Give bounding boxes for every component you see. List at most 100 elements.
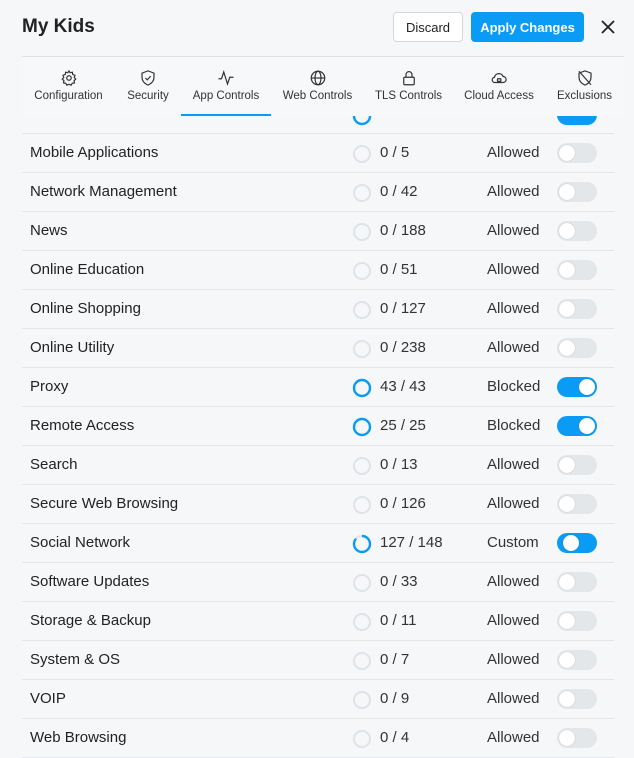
progress-ring-icon <box>353 301 371 319</box>
status-label: Allowed <box>487 144 540 161</box>
page-title: My Kids <box>22 16 95 37</box>
app-category-name: Online Utility <box>30 339 115 356</box>
app-category-list: Mobile Applications 0 / 5 Allowed Networ… <box>22 116 614 758</box>
tab-tls-controls[interactable]: TLS Controls <box>364 58 453 116</box>
app-category-name: Proxy <box>30 378 69 395</box>
tab-cloud-access[interactable]: Cloud Access <box>453 58 545 116</box>
list-item[interactable]: News 0 / 188 Allowed <box>22 212 614 251</box>
status-label: Allowed <box>487 573 540 590</box>
progress-ring-icon <box>353 145 371 163</box>
progress-ring-icon <box>353 613 371 631</box>
list-item[interactable]: Social Network 127 / 148 Custom <box>22 524 614 563</box>
progress-ring-icon <box>353 457 371 475</box>
app-category-name: Online Shopping <box>30 300 141 317</box>
block-toggle[interactable] <box>557 611 597 631</box>
block-toggle[interactable] <box>557 533 597 553</box>
activity-pulse-icon <box>218 70 234 86</box>
app-category-name: Online Education <box>30 261 145 278</box>
app-category-name: Network Management <box>30 183 177 200</box>
list-item[interactable]: Remote Access 25 / 25 Blocked <box>22 407 614 446</box>
block-toggle[interactable] <box>557 494 597 514</box>
block-toggle[interactable] <box>557 650 597 670</box>
list-item[interactable]: Online Shopping 0 / 127 Allowed <box>22 290 614 329</box>
status-label: Allowed <box>487 339 540 356</box>
cloud-lock-icon <box>491 73 507 84</box>
tab-app-controls[interactable]: App Controls <box>181 58 271 116</box>
block-toggle[interactable] <box>557 455 597 475</box>
app-count: 25 / 25 <box>380 417 426 434</box>
block-toggle[interactable] <box>557 143 597 163</box>
toggle-knob <box>559 652 575 668</box>
status-label: Allowed <box>487 300 540 317</box>
block-toggle[interactable] <box>557 689 597 709</box>
list-item[interactable]: VOIP 0 / 9 Allowed <box>22 680 614 719</box>
list-item[interactable]: Secure Web Browsing 0 / 126 Allowed <box>22 485 614 524</box>
status-label: Allowed <box>487 183 540 200</box>
tab-bar: Configuration Security App Controls Web … <box>22 58 624 116</box>
app-count: 0 / 5 <box>380 144 410 161</box>
app-count: 0 / 7 <box>380 651 410 668</box>
tab-label: App Controls <box>192 90 260 102</box>
list-item[interactable]: Online Education 0 / 51 Allowed <box>22 251 614 290</box>
status-label: Blocked <box>487 417 541 434</box>
block-toggle[interactable] <box>557 377 597 397</box>
shield-off-icon <box>577 70 592 86</box>
status-label: Allowed <box>487 651 540 668</box>
progress-ring-icon <box>353 340 371 358</box>
status-label: Allowed <box>487 690 540 707</box>
list-item[interactable]: Storage & Backup 0 / 11 Allowed <box>22 602 614 641</box>
apply-changes-button[interactable]: Apply Changes <box>471 12 584 42</box>
tab-configuration[interactable]: Configuration <box>22 58 115 116</box>
list-item[interactable]: System & OS 0 / 7 Allowed <box>22 641 614 680</box>
toggle-knob <box>559 574 575 590</box>
discard-button[interactable]: Discard <box>393 12 463 42</box>
close-button[interactable] <box>596 15 620 39</box>
toggle-knob <box>559 730 575 746</box>
app-category-name: Storage & Backup <box>30 612 151 629</box>
app-count: 0 / 126 <box>380 495 426 512</box>
block-toggle[interactable] <box>557 299 597 319</box>
app-category-name: System & OS <box>30 651 121 668</box>
globe-icon <box>310 70 325 86</box>
list-item[interactable]: Web Browsing 0 / 4 Allowed <box>22 719 614 758</box>
tab-label: Web Controls <box>282 90 353 102</box>
progress-ring-icon <box>353 496 371 514</box>
gear-icon <box>60 69 77 86</box>
block-toggle[interactable] <box>557 416 597 436</box>
toggle-knob <box>559 223 575 239</box>
tab-label: Exclusions <box>557 90 612 102</box>
toggle-knob <box>559 184 575 200</box>
list-item[interactable]: Search 0 / 13 Allowed <box>22 446 614 485</box>
tab-web-controls[interactable]: Web Controls <box>271 58 364 116</box>
progress-ring-icon <box>353 262 371 280</box>
list-item[interactable]: Software Updates 0 / 33 Allowed <box>22 563 614 602</box>
tab-label: TLS Controls <box>374 90 443 102</box>
progress-ring-icon <box>352 534 372 554</box>
block-toggle[interactable] <box>557 728 597 748</box>
toggle-knob <box>579 379 595 395</box>
app-category-name: Search <box>30 456 78 473</box>
app-count: 43 / 43 <box>380 378 426 395</box>
list-item[interactable]: Network Management 0 / 42 Allowed <box>22 173 614 212</box>
app-count: 0 / 127 <box>380 300 426 317</box>
tab-exclusions[interactable]: Exclusions <box>545 58 624 116</box>
list-item[interactable]: Proxy 43 / 43 Blocked <box>22 368 614 407</box>
dialog-header: My Kids Discard Apply Changes <box>0 0 634 56</box>
app-category-name: Remote Access <box>30 417 135 434</box>
tab-security[interactable]: Security <box>115 58 181 116</box>
block-toggle[interactable] <box>557 221 597 241</box>
list-item[interactable]: Online Utility 0 / 238 Allowed <box>22 329 614 368</box>
block-toggle[interactable] <box>557 182 597 202</box>
list-item[interactable]: Mobile Applications 0 / 5 Allowed <box>22 134 614 173</box>
block-toggle[interactable] <box>557 572 597 592</box>
progress-ring-icon <box>353 184 371 202</box>
status-label: Allowed <box>487 729 540 746</box>
toggle-knob <box>579 418 595 434</box>
block-toggle[interactable] <box>557 260 597 280</box>
status-label: Blocked <box>487 378 541 395</box>
app-category-name: Mobile Applications <box>30 144 159 161</box>
app-category-name: Social Network <box>30 534 131 551</box>
status-label: Allowed <box>487 261 540 278</box>
block-toggle[interactable] <box>557 338 597 358</box>
app-category-name: Software Updates <box>30 573 150 590</box>
